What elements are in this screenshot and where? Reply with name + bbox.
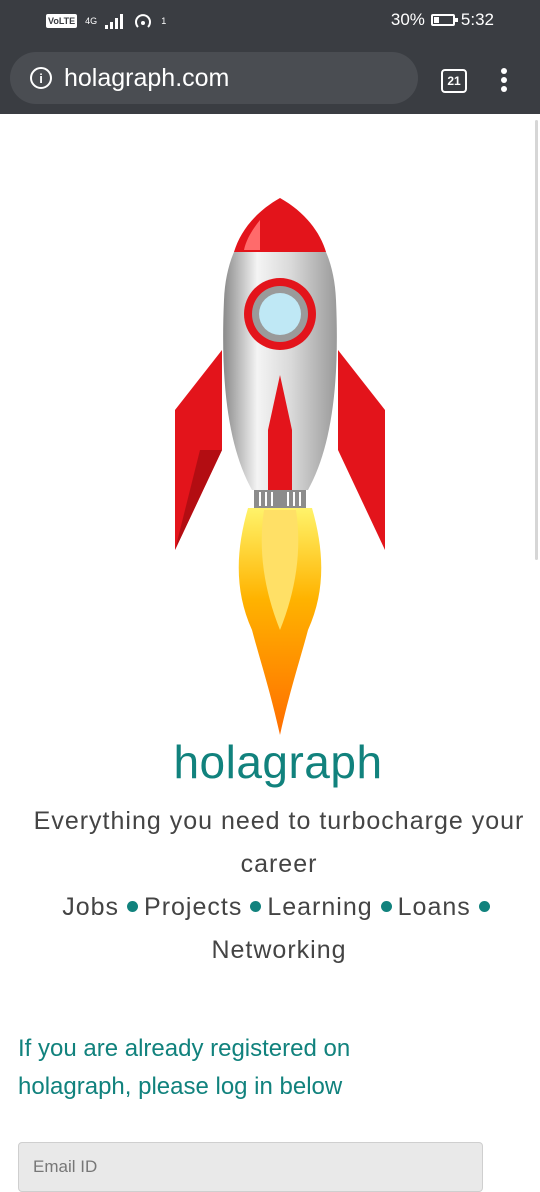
network-type: 4G bbox=[85, 16, 98, 26]
tab-switcher-button[interactable]: 21 bbox=[441, 69, 467, 93]
hotspot-icon bbox=[135, 14, 152, 28]
signal-icon bbox=[105, 14, 124, 29]
info-icon[interactable]: i bbox=[30, 67, 52, 89]
status-icons-right: 30% 5:32 bbox=[391, 10, 494, 30]
more-menu-icon[interactable] bbox=[500, 68, 508, 92]
feature-list: Jobs Projects Learning Loans Networking bbox=[14, 886, 540, 972]
volte-indicator: VoLTE bbox=[46, 14, 78, 28]
feature-learning: Learning bbox=[267, 893, 373, 921]
feature-jobs: Jobs bbox=[62, 893, 120, 921]
battery-icon bbox=[430, 14, 458, 26]
address-bar[interactable]: i holagraph.com bbox=[10, 52, 418, 104]
email-field[interactable] bbox=[18, 1142, 483, 1192]
feature-projects: Projects bbox=[144, 893, 243, 921]
browser-toolbar: i holagraph.com 21 bbox=[0, 44, 540, 114]
bullet-icon bbox=[478, 900, 490, 912]
bullet-icon bbox=[380, 900, 392, 912]
notification-count: 1 bbox=[161, 16, 167, 26]
rocket-logo bbox=[175, 198, 385, 735]
login-prompt: If you are already registered on holagra… bbox=[18, 1035, 351, 1100]
url-text[interactable]: holagraph.com bbox=[64, 64, 229, 93]
feature-networking: Networking bbox=[211, 936, 347, 964]
brand-title: holagraph bbox=[173, 736, 383, 788]
battery-percent: 30% bbox=[390, 10, 425, 29]
tagline: Everything you need to turbocharge your … bbox=[33, 807, 525, 878]
bullet-icon bbox=[250, 900, 262, 912]
battery-level bbox=[433, 17, 439, 23]
clock: 5:32 bbox=[460, 10, 494, 29]
scrollbar[interactable] bbox=[535, 120, 538, 560]
feature-loans: Loans bbox=[397, 893, 471, 921]
bullet-icon bbox=[127, 900, 139, 912]
status-bar: VoLTE 4G 1 30% 5:32 bbox=[0, 0, 540, 44]
status-icons-left: VoLTE 4G 1 bbox=[46, 9, 166, 33]
